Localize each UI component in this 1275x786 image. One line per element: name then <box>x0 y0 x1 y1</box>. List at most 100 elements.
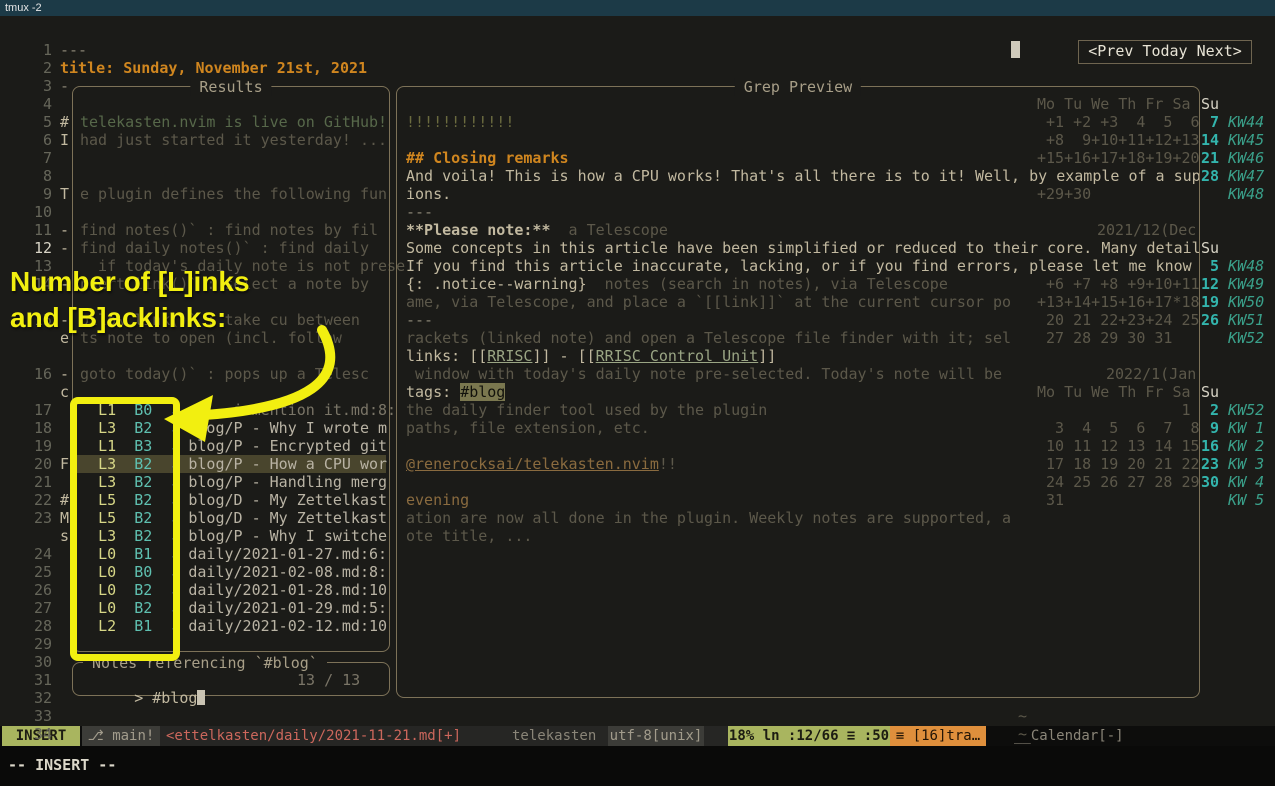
text-segment: 16 <box>1201 437 1219 455</box>
result-title: blog/D - My Zettelkast <box>188 491 387 509</box>
pane-indicator <box>1011 41 1020 58</box>
result-row[interactable]: L3 B2 ↓ blog/P - Handling merg <box>74 473 386 491</box>
text-segment: 21 <box>1201 149 1219 167</box>
result-row[interactable]: L5 B2 ↓ blog/D - My Zettelkast <box>74 491 386 509</box>
result-row[interactable]: L2 B1 ↓ daily/2021-02-12.md:10 <box>74 617 386 635</box>
download-icon: ↓ <box>170 455 179 473</box>
text-segment: KW 4 <box>1219 473 1264 491</box>
text-segment <box>116 581 134 599</box>
text-segment <box>152 491 170 509</box>
calendar-row: 20 21 22+23+24 25 <box>1037 311 1200 329</box>
result-row[interactable]: L0 B2 ↓ daily/2021-01-28.md:10 <box>74 581 386 599</box>
text-segment: KW 1 <box>1219 419 1264 437</box>
today-button[interactable]: Today <box>1142 42 1187 60</box>
text-segment <box>80 401 98 419</box>
text-segment: !! <box>659 455 677 473</box>
backlinks-count: B2 <box>134 473 152 491</box>
result-row[interactable]: L0 B0 ↓ daily/2021-02-08.md:8: <box>74 563 386 581</box>
preview-line: the daily finder tool used by the plugin <box>406 401 767 419</box>
dimmed-buffer-text: goto today()` : pops up a Telesc <box>80 365 369 383</box>
line-number: 23 <box>30 509 52 527</box>
text-segment: the daily finder tool used by the plugin <box>406 401 767 419</box>
text-segment: KW45 <box>1219 131 1264 149</box>
text-segment: #blog <box>460 383 505 401</box>
calendar-week: 23 KW 3 <box>1201 455 1264 473</box>
calendar-row: 17 18 19 20 21 22 <box>1037 455 1200 473</box>
text-segment: +15+16+17+18+19+20 <box>1037 149 1200 167</box>
calendar-row: +13+14+15+16+17*18 <box>1037 293 1200 311</box>
text-segment: ame, via Telescope, and place a `[[link]… <box>406 293 1011 311</box>
result-row[interactable]: L1 B0 ↓ ... i mention it.md:8: <box>74 401 386 419</box>
calendar-row: 3 4 5 6 7 8 <box>1037 419 1200 437</box>
backlinks-count: B3 <box>134 437 152 455</box>
links-count: L0 <box>98 599 116 617</box>
calendar-week: Su <box>1201 383 1219 401</box>
text-segment: 23 <box>1201 455 1219 473</box>
calendar-week: Su <box>1201 239 1219 257</box>
line-number: 10 <box>30 203 52 221</box>
download-icon: ↓ <box>170 581 179 599</box>
terminal-window: tmux -2 12345678910111213141516171819202… <box>0 0 1275 786</box>
text-segment: KW51 <box>1219 311 1264 329</box>
text-segment: 18 <box>30 419 52 437</box>
preview-line: --- <box>406 203 433 221</box>
calendar-statusline: __Calendar[-] <box>1014 726 1124 746</box>
buffer-text: s <box>60 527 69 545</box>
result-row[interactable]: L5 B2 ↓ blog/D - My Zettelkast <box>74 509 386 527</box>
text-segment: 30 <box>1201 473 1219 491</box>
calendar-week: 28 KW47 <box>1201 167 1264 185</box>
text-segment: ## Closing remarks <box>406 149 569 167</box>
calendar-row: +1 +2 +3 4 5 6 <box>1037 113 1200 131</box>
text-segment: 31 <box>30 671 52 689</box>
text-segment: 8 <box>30 167 52 185</box>
line-number: 20 <box>30 455 52 473</box>
text-segment: 20 <box>30 455 52 473</box>
result-row[interactable]: L1 B3 ↓ blog/P - Encrypted git <box>74 437 386 455</box>
download-icon: ↓ <box>170 473 179 491</box>
result-row[interactable]: L0 B2 ↓ daily/2021-01-29.md:5: <box>74 599 386 617</box>
links-count: L1 <box>98 437 116 455</box>
text-segment <box>152 419 170 437</box>
result-row[interactable]: L3 B2 ↓ blog/P - Why I switche <box>74 527 386 545</box>
result-row[interactable]: L0 B1 ↓ daily/2021-01-27.md:6: <box>74 545 386 563</box>
text-segment <box>80 563 98 581</box>
text-segment: KW 2 <box>1219 437 1264 455</box>
text-segment: 2 <box>30 59 52 77</box>
line-number: 6 <box>30 131 52 149</box>
text-segment: ote title, ... <box>406 527 532 545</box>
text-segment: And voila! This is how a CPU works! That… <box>406 167 1201 185</box>
text-segment: 32 <box>30 689 52 707</box>
calendar-week: 12 KW49 <box>1201 275 1264 293</box>
calendar-week: 21 KW46 <box>1201 149 1264 167</box>
calendar-row: +29+30 <box>1037 185 1091 203</box>
text-segment <box>80 545 98 563</box>
calendar-week: 19 KW50 <box>1201 293 1264 311</box>
buffer-text: F <box>60 455 69 473</box>
result-row[interactable]: L3 B2 ↓ blog/P - How a CPU wor <box>74 455 386 473</box>
text-segment: KW52 <box>1219 401 1264 419</box>
text-segment <box>152 509 170 527</box>
preview-line: {: .notice--warning} notes (search in no… <box>406 275 948 293</box>
text-segment <box>80 599 98 617</box>
links-count: L3 <box>98 419 116 437</box>
search-input[interactable]: > #blog <box>80 671 205 725</box>
result-row[interactable]: L3 B2 ↓ blog/P - Why I wrote m <box>74 419 386 437</box>
preview-line: paths, file extension, etc. <box>406 419 650 437</box>
calendar-row: +8 9+10+11+12+13 <box>1037 131 1200 149</box>
line-number: 5 <box>30 113 52 131</box>
buffer-text: # <box>60 491 69 509</box>
text-segment: KW52 <box>1219 329 1264 347</box>
text-segment: - <box>60 365 69 383</box>
text-segment: 31 <box>1037 491 1064 509</box>
preview-line: ation are now all done in the plugin. We… <box>406 509 1011 527</box>
download-icon: ↓ <box>170 509 179 527</box>
whitespace-warning: ≡ [16]tra… <box>890 726 986 746</box>
next-button[interactable]: Next> <box>1197 42 1242 60</box>
prev-button[interactable]: <Prev <box>1088 42 1133 60</box>
links-count: L3 <box>98 473 116 491</box>
buffer-text: - <box>60 77 69 95</box>
dimmed-buffer-text: telekasten.nvim is live on GitHub! <box>80 113 387 131</box>
line-number: 32 <box>30 689 52 707</box>
text-segment: KW44 <box>1219 113 1264 131</box>
text-cursor <box>197 690 205 705</box>
